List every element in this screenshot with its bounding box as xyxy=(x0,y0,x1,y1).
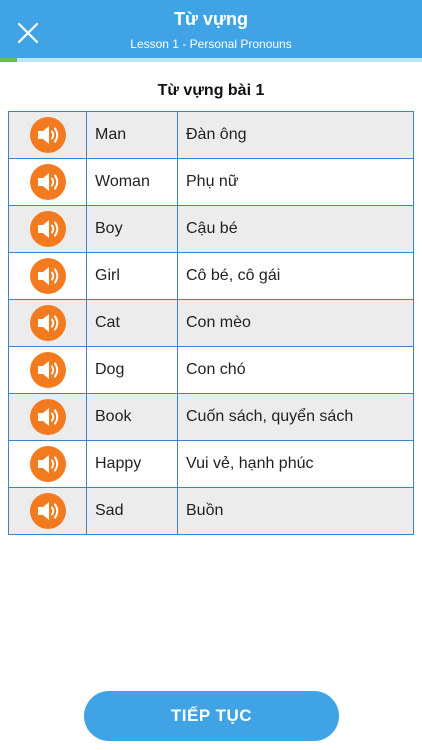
vocab-meaning: Đàn ông xyxy=(177,111,414,159)
audio-cell xyxy=(8,393,87,441)
speaker-icon xyxy=(37,126,58,144)
speaker-icon xyxy=(37,267,58,285)
speaker-icon xyxy=(37,173,58,191)
play-audio-button[interactable] xyxy=(29,211,66,247)
vocab-meaning: Vui vẻ, hạnh phúc xyxy=(177,440,414,488)
vocab-row: Woman Phụ nữ xyxy=(8,158,414,206)
vocab-row: Dog Con chó xyxy=(8,346,414,394)
vocab-word: Cat xyxy=(86,299,178,347)
vocab-word: Man xyxy=(86,111,178,159)
vocab-meaning: Con chó xyxy=(177,346,414,394)
vocab-row: Girl Cô bé, cô gái xyxy=(8,252,414,300)
vocab-word: Book xyxy=(86,393,178,441)
lesson-progress-fill xyxy=(0,58,17,62)
speaker-icon xyxy=(37,314,58,332)
play-audio-button[interactable] xyxy=(29,164,66,200)
section-title: Từ vựng bài 1 xyxy=(157,82,265,99)
audio-cell xyxy=(8,252,87,300)
vocab-row: Happy Vui vẻ, hạnh phúc xyxy=(8,440,414,488)
speaker-icon xyxy=(37,455,58,473)
vocab-row: Cat Con mèo xyxy=(8,299,414,347)
play-audio-button[interactable] xyxy=(29,117,66,153)
play-audio-button[interactable] xyxy=(29,399,66,435)
speaker-icon xyxy=(37,361,58,379)
vocabulary-table: Man Đàn ông Woman Phụ nữ Boy Cậu bé Girl Cô bé,… xyxy=(8,111,414,535)
audio-cell xyxy=(8,205,87,253)
vocab-meaning: Phụ nữ xyxy=(177,158,414,206)
vocab-meaning: Cuốn sách, quyển sách xyxy=(177,393,414,441)
audio-cell xyxy=(8,158,87,206)
page-title: Từ vựng xyxy=(173,9,249,29)
header-bar: Từ vựng Lesson 1 - Personal Pronouns xyxy=(0,0,422,58)
vocab-meaning: Cậu bé xyxy=(177,205,414,253)
speaker-icon xyxy=(37,220,58,238)
vocab-word: Dog xyxy=(86,346,178,394)
vocab-meaning: Buồn xyxy=(177,487,414,535)
vocab-word: Sad xyxy=(86,487,178,535)
speaker-icon xyxy=(37,408,58,426)
audio-cell xyxy=(8,346,87,394)
play-audio-button[interactable] xyxy=(29,258,66,294)
vocab-meaning: Cô bé, cô gái xyxy=(177,252,414,300)
play-audio-button[interactable] xyxy=(29,352,66,388)
vocab-word: Woman xyxy=(86,158,178,206)
vocab-row: Boy Cậu bé xyxy=(8,205,414,253)
speaker-icon xyxy=(37,502,58,520)
vocab-row: Sad Buồn xyxy=(8,487,414,535)
audio-cell xyxy=(8,440,87,488)
vocab-row: Book Cuốn sách, quyển sách xyxy=(8,393,414,441)
play-audio-button[interactable] xyxy=(29,446,66,482)
continue-button[interactable]: TIẾP TỤC xyxy=(84,691,339,741)
audio-cell xyxy=(8,299,87,347)
vocab-row: Man Đàn ông xyxy=(8,111,414,159)
vocab-word: Girl xyxy=(86,252,178,300)
play-audio-button[interactable] xyxy=(29,305,66,341)
vocab-meaning: Con mèo xyxy=(177,299,414,347)
vocab-word: Happy xyxy=(86,440,178,488)
play-audio-button[interactable] xyxy=(29,493,66,529)
lesson-subtitle: Lesson 1 - Personal Pronouns xyxy=(130,37,292,51)
audio-cell xyxy=(8,487,87,535)
lesson-progress-bar xyxy=(0,58,422,62)
vocab-word: Boy xyxy=(86,205,178,253)
audio-cell xyxy=(8,111,87,159)
